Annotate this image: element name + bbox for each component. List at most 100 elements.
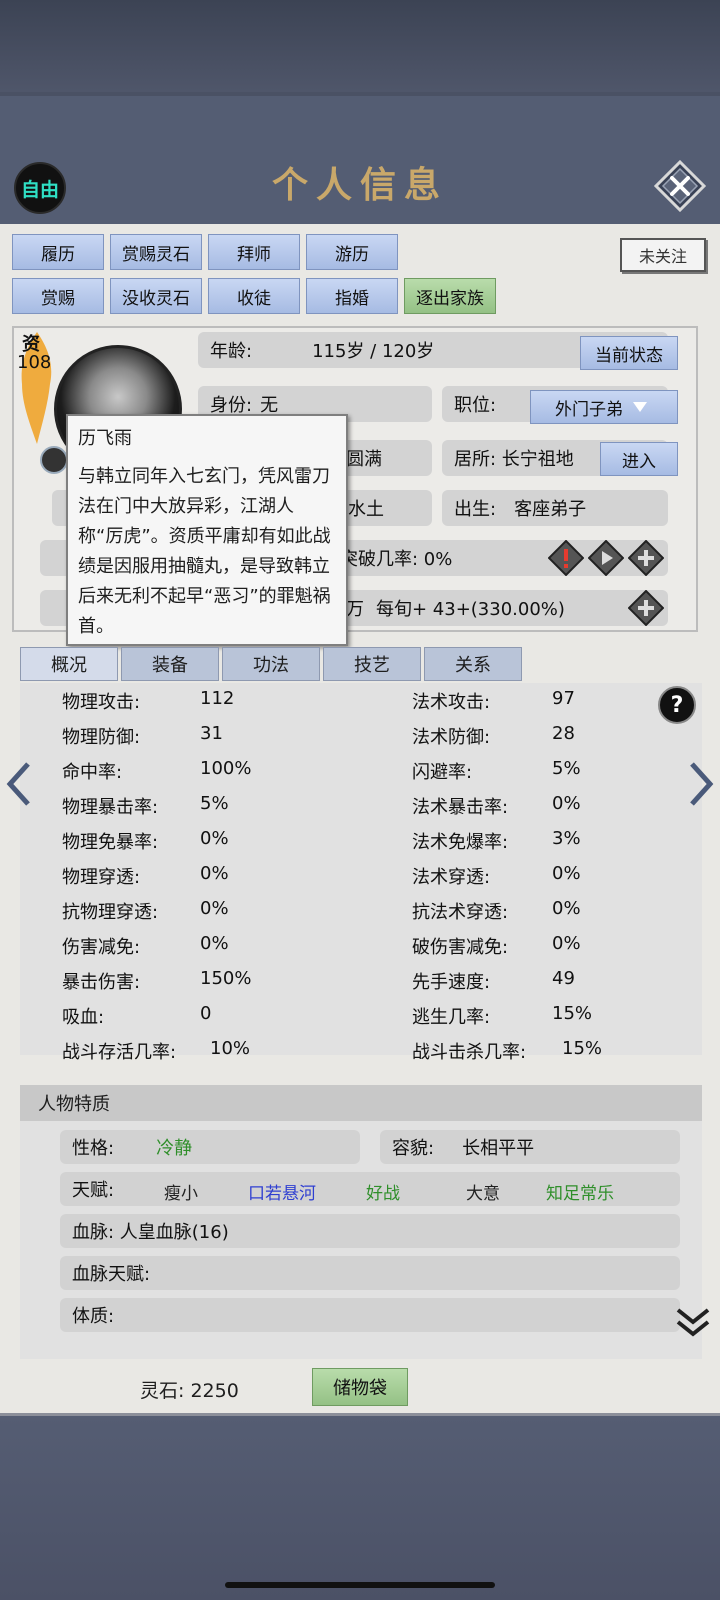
stat-value: 28 — [552, 723, 575, 744]
stat-label: 抗法术穿透: — [412, 902, 509, 923]
stat-label: 法术防御: — [412, 727, 491, 748]
character-tooltip: 历飞雨 与韩立同年入七玄门，凭风雷刀法在门中大放异彩，江湖人称“厉虎”。资质平庸… — [66, 414, 348, 646]
apprentice-button[interactable]: 拜师 — [208, 234, 300, 270]
expel-button[interactable]: 逐出家族 — [404, 278, 496, 314]
stat-label: 逃生几率: — [412, 1007, 491, 1028]
add-cultivation-icon[interactable] — [628, 590, 664, 626]
add-icon[interactable] — [628, 540, 664, 576]
confiscate-stones-button[interactable]: 没收灵石 — [110, 278, 202, 314]
stat-label: 物理攻击: — [62, 692, 141, 713]
stat-label: 吸血: — [62, 1007, 105, 1028]
enter-button[interactable]: 进入 — [600, 442, 678, 476]
appearance-label: 容貌: — [392, 1138, 435, 1159]
origin-field: 出生: 客座弟子 — [442, 490, 668, 526]
origin-label: 出生: — [454, 499, 497, 520]
page-title: 个人信息 — [271, 164, 448, 206]
chevron-right-icon[interactable] — [686, 760, 716, 808]
stat-label: 战斗存活几率: — [62, 1042, 177, 1063]
breakthrough-value: 突破几率: 0% — [340, 549, 453, 570]
physique-label: 体质: — [72, 1306, 115, 1327]
age-label: 年龄: — [210, 341, 253, 362]
stat-label: 暴击伤害: — [62, 972, 141, 993]
stat-label: 命中率: — [62, 762, 123, 783]
stat-label: 破伤害减免: — [412, 937, 509, 958]
stat-label: 物理穿透: — [62, 867, 141, 888]
stat-value: 15% — [552, 1003, 593, 1024]
double-chevron-down-icon[interactable] — [674, 1306, 712, 1340]
stat-label: 闪避率: — [412, 762, 473, 783]
personality-field: 性格: 冷静 — [60, 1130, 360, 1164]
talent-item[interactable]: 知足常乐 — [546, 1179, 614, 1204]
residence-label: 居所: 长宁祖地 — [454, 449, 574, 470]
traits-header: 人物特质 — [20, 1085, 702, 1121]
stat-value: 97 — [552, 688, 575, 709]
close-button[interactable] — [653, 159, 707, 213]
stat-label: 抗物理穿透: — [62, 902, 159, 923]
talent-item[interactable]: 大意 — [466, 1179, 500, 1204]
stat-label: 物理免暴率: — [62, 832, 159, 853]
reward-stones-button[interactable]: 赏赐灵石 — [110, 234, 202, 270]
talent-item[interactable]: 瘦小 — [164, 1179, 198, 1204]
spirit-stones-count: 灵石: 2250 — [140, 1380, 239, 1402]
status-bar-area — [0, 0, 720, 92]
stat-label: 法术攻击: — [412, 692, 491, 713]
realm-value: 圆满 — [346, 449, 382, 470]
appearance-field: 容貌: 长相平平 — [380, 1130, 680, 1164]
personality-label: 性格: — [72, 1138, 115, 1159]
stat-value: 5% — [552, 758, 581, 779]
stat-label: 物理暴击率: — [62, 797, 159, 818]
home-indicator[interactable] — [225, 1582, 495, 1588]
stat-value: 3% — [552, 828, 581, 849]
close-icon — [653, 159, 707, 213]
background-area — [0, 1416, 720, 1600]
stat-value: 49 — [552, 968, 575, 989]
personality-value: 冷静 — [156, 1138, 193, 1159]
stat-value: 0% — [552, 898, 581, 919]
tooltip-name: 历飞雨 — [78, 428, 132, 449]
take-disciple-button[interactable]: 收徒 — [208, 278, 300, 314]
talent-item[interactable]: 好战 — [366, 1179, 400, 1204]
warning-icon[interactable] — [548, 540, 584, 576]
play-icon[interactable] — [588, 540, 624, 576]
talent-item[interactable]: 口若悬河 — [248, 1179, 316, 1204]
tab-equipment[interactable]: 装备 — [121, 647, 219, 681]
stat-value: 10% — [210, 1038, 251, 1059]
tab-skills[interactable]: 技艺 — [323, 647, 421, 681]
tooltip-description: 与韩立同年入七玄门，凭风雷刀法在门中大放异彩，江湖人称“厉虎”。资质平庸却有如此… — [78, 466, 331, 637]
stat-label: 法术暴击率: — [412, 797, 509, 818]
arrange-marriage-button[interactable]: 指婚 — [306, 278, 398, 314]
chevron-left-icon[interactable] — [4, 760, 34, 808]
freedom-badge[interactable]: 自由 — [14, 162, 66, 214]
stat-value: 0 — [200, 1003, 212, 1024]
stat-label: 法术免爆率: — [412, 832, 509, 853]
storage-bag-button[interactable]: 储物袋 — [312, 1368, 408, 1406]
appearance-value: 长相平平 — [462, 1138, 535, 1159]
stat-label: 物理防御: — [62, 727, 141, 748]
stat-label: 伤害减免: — [62, 937, 141, 958]
tab-techniques[interactable]: 功法 — [222, 647, 320, 681]
stat-value: 0% — [552, 793, 581, 814]
travel-button[interactable]: 游历 — [306, 234, 398, 270]
bloodline-talent-label: 血脉天赋: — [72, 1264, 151, 1285]
tab-overview[interactable]: 概况 — [20, 647, 118, 681]
stat-value: 5% — [200, 793, 229, 814]
current-status-button[interactable]: 当前状态 — [580, 336, 678, 370]
stat-label: 战斗击杀几率: — [412, 1042, 527, 1063]
stat-value: 100% — [200, 758, 252, 779]
stat-value: 0% — [200, 933, 229, 954]
reward-button[interactable]: 赏赐 — [12, 278, 104, 314]
stat-value: 0% — [200, 898, 229, 919]
stat-label: 法术穿透: — [412, 867, 491, 888]
position-dropdown[interactable]: 外门子弟 — [530, 390, 678, 424]
stat-value: 0% — [200, 828, 229, 849]
stat-value: 15% — [562, 1038, 603, 1059]
chevron-down-icon — [633, 402, 647, 412]
age-value: 115岁 / 120岁 — [312, 341, 435, 362]
physique-field: 体质: — [60, 1298, 680, 1332]
stat-value: 112 — [200, 688, 235, 709]
record-button[interactable]: 履历 — [12, 234, 104, 270]
help-icon[interactable]: ? — [658, 686, 696, 724]
bloodline-talent-field: 血脉天赋: — [60, 1256, 680, 1290]
follow-button[interactable]: 未关注 — [620, 238, 706, 272]
tab-relations[interactable]: 关系 — [424, 647, 522, 681]
